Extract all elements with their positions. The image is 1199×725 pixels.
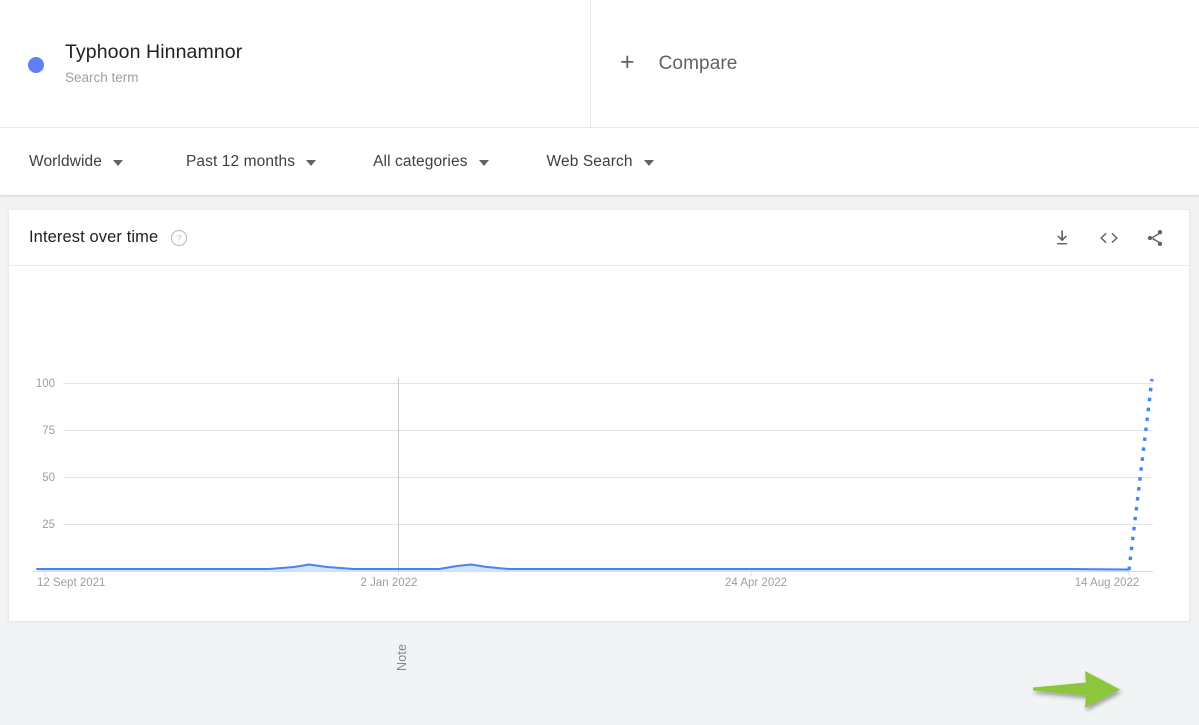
series-partial-dotted-line bbox=[1127, 378, 1154, 571]
chart-x-ticks bbox=[44, 571, 1130, 576]
filter-category[interactable]: All categories bbox=[373, 152, 489, 171]
y-tick-100: 100 bbox=[36, 378, 55, 390]
y-tick-75: 75 bbox=[42, 425, 55, 437]
compare-button[interactable]: + Compare bbox=[591, 0, 1199, 127]
download-icon[interactable] bbox=[1051, 226, 1075, 250]
embed-code-icon[interactable] bbox=[1097, 226, 1121, 250]
card-actions bbox=[1051, 226, 1167, 250]
series-area-fill bbox=[37, 564, 1129, 571]
plus-icon: + bbox=[620, 48, 635, 76]
interest-over-time-chart[interactable]: 100 75 50 25 12 Sept 2021 2 Jan 2022 24 … bbox=[9, 266, 1189, 708]
card-title: Interest over time bbox=[29, 228, 159, 246]
x-tick-2: 24 Apr 2022 bbox=[725, 577, 787, 589]
search-term-name: Typhoon Hinnamnor bbox=[65, 41, 243, 63]
chevron-down-icon bbox=[112, 159, 123, 166]
y-tick-50: 50 bbox=[42, 472, 55, 484]
card-header: Interest over time ? bbox=[9, 210, 1189, 266]
chevron-down-icon bbox=[306, 159, 317, 166]
x-tick-0: 12 Sept 2021 bbox=[37, 577, 105, 589]
chart-y-axis: 100 75 50 25 bbox=[36, 378, 55, 531]
chart-x-axis: 12 Sept 2021 2 Jan 2022 24 Apr 2022 14 A… bbox=[37, 577, 1139, 589]
chart-gridlines bbox=[63, 383, 1153, 525]
green-highlight-arrow bbox=[1027, 664, 1127, 720]
x-tick-1: 2 Jan 2022 bbox=[361, 577, 418, 589]
y-tick-25: 25 bbox=[42, 519, 55, 531]
note-annotation-label[interactable]: Note bbox=[395, 644, 409, 671]
filter-time-range[interactable]: Past 12 months bbox=[185, 152, 317, 171]
help-circle-icon[interactable]: ? bbox=[170, 229, 188, 247]
filter-location[interactable]: Worldwide bbox=[29, 153, 123, 171]
filter-location-label: Worldwide bbox=[29, 152, 102, 170]
search-term-type: Search term bbox=[65, 70, 139, 85]
series-line bbox=[36, 563, 1130, 571]
filter-bar: Worldwide Past 12 months All categories … bbox=[0, 128, 1199, 195]
x-tick-3: 14 Aug 2022 bbox=[1075, 577, 1140, 589]
chart-svg: 100 75 50 25 12 Sept 2021 2 Jan 2022 24 … bbox=[33, 378, 1154, 589]
series-color-dot bbox=[28, 56, 44, 73]
search-term-bar: Typhoon Hinnamnor Search term + Compare bbox=[0, 0, 1199, 128]
search-term-panel[interactable]: Typhoon Hinnamnor Search term bbox=[0, 0, 591, 127]
filter-time-range-label: Past 12 months bbox=[185, 152, 296, 170]
chevron-down-icon bbox=[643, 159, 654, 166]
interest-over-time-card: Interest over time ? 100 75 50 25 12 Sep… bbox=[8, 209, 1190, 708]
filter-search-type[interactable]: Web Search bbox=[547, 153, 654, 171]
interest-over-time-card-wrapper: Interest over time ? 100 75 50 25 12 Sep… bbox=[0, 195, 1199, 708]
compare-label: Compare bbox=[658, 52, 738, 74]
chevron-down-icon bbox=[478, 159, 489, 166]
svg-text:?: ? bbox=[177, 233, 182, 243]
filter-search-type-label: Web Search bbox=[546, 152, 633, 170]
share-icon[interactable] bbox=[1143, 226, 1167, 250]
filter-category-label: All categories bbox=[373, 152, 468, 170]
search-term-text: Typhoon Hinnamnor Search term bbox=[65, 39, 242, 88]
